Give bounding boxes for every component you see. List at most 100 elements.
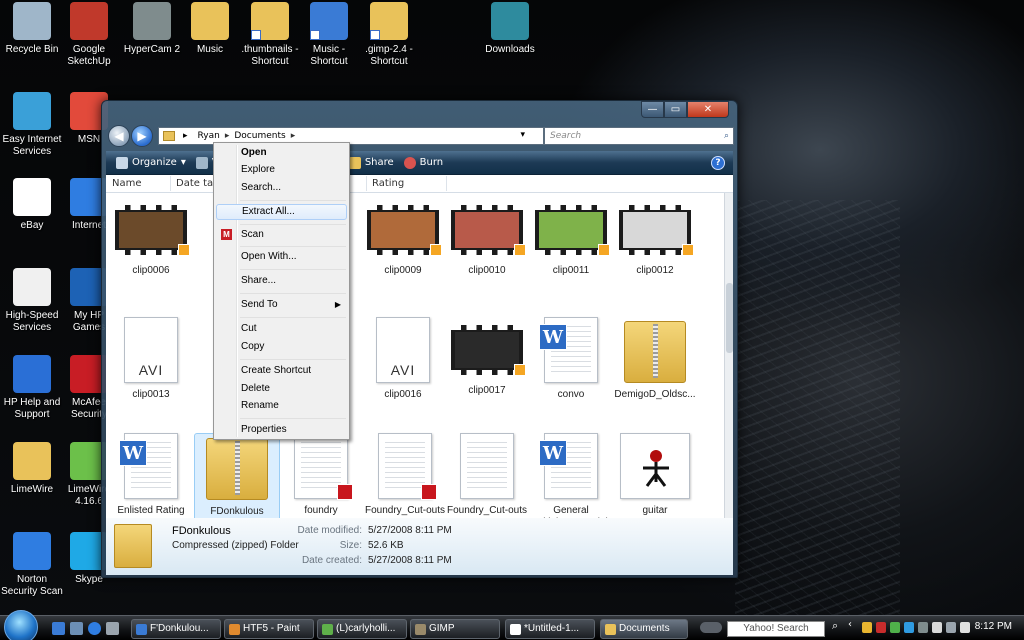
desktop-icon[interactable]: Recycle Bin xyxy=(0,2,64,56)
file-item[interactable]: clip0011 xyxy=(528,197,614,277)
desktop-icon[interactable]: High-Speed Services xyxy=(0,268,64,334)
explorer-window[interactable]: — ▭ ✕ ◀ ▶ ▸ Ryan ▸ Documents ▸ ▾ Search … xyxy=(101,100,738,578)
share-label: Share xyxy=(364,157,394,168)
minimize-button[interactable]: — xyxy=(641,101,664,118)
desktop-icon[interactable]: Norton Security Scan xyxy=(0,532,64,598)
desktop-icon[interactable]: HP Help and Support xyxy=(0,355,64,421)
menu-item-explore[interactable]: Explore xyxy=(216,162,347,178)
menu-item-delete[interactable]: Delete xyxy=(216,381,347,397)
file-item[interactable]: W Enlisted Rating xyxy=(108,433,194,517)
organize-icon xyxy=(116,156,128,169)
address-dropdown-icon[interactable]: ▾ xyxy=(520,130,525,140)
file-item[interactable]: FDonkulous xyxy=(194,433,280,518)
switch-windows-icon[interactable] xyxy=(70,622,83,635)
start-button[interactable] xyxy=(4,610,38,640)
desktop-icon[interactable]: LimeWire xyxy=(0,442,64,496)
share-button[interactable]: Share xyxy=(348,156,394,169)
file-item[interactable]: clip0012 xyxy=(612,197,698,277)
show-desktop-icon[interactable] xyxy=(52,622,65,635)
file-item[interactable]: Wconvo xyxy=(528,317,614,401)
taskbar-button[interactable]: *Untitled-1... xyxy=(505,619,595,639)
file-item[interactable]: DemigoD_Oldsc... xyxy=(612,317,698,401)
volume-icon[interactable] xyxy=(960,622,970,633)
file-item[interactable]: clip0006 xyxy=(108,197,194,277)
desktop-icon-label: Recycle Bin xyxy=(5,44,59,55)
file-item[interactable]: clip0017 xyxy=(444,317,530,397)
menu-item-properties[interactable]: Properties xyxy=(216,422,347,438)
tray-power-icon[interactable] xyxy=(946,622,956,633)
back-button[interactable]: ◀ xyxy=(108,125,130,147)
tray-mcafee-icon[interactable] xyxy=(876,622,886,633)
desktop-icon[interactable]: eBay xyxy=(0,178,64,232)
menu-separator xyxy=(240,224,346,225)
menu-item-share[interactable]: Share... xyxy=(216,273,347,289)
taskbar-button[interactable]: HTF5 - Paint xyxy=(224,619,314,639)
column-rating[interactable]: Rating xyxy=(372,178,404,189)
navigation-bar: ◀ ▶ ▸ Ryan ▸ Documents ▸ ▾ Search ⌕ xyxy=(108,125,734,149)
file-item[interactable]: Foundry_Cut-outs xyxy=(362,433,448,517)
menu-item-send-to[interactable]: Send To ▶ xyxy=(216,297,347,313)
file-item[interactable]: AVI clip0016 xyxy=(360,317,446,401)
file-name: clip0011 xyxy=(552,265,590,276)
file-list-pane[interactable]: Name Date take Rating clip0006 clip0009 cl… xyxy=(106,175,733,518)
tray-network-icon[interactable] xyxy=(918,622,928,633)
file-item[interactable]: W General Multiplayer Medals xyxy=(528,433,614,518)
desktop-icon[interactable]: HyperCam 2 xyxy=(120,2,184,56)
zip-folder-icon xyxy=(206,438,268,500)
yahoo-search-box[interactable]: Yahoo! Search xyxy=(727,621,825,637)
search-icon[interactable]: ⌕ xyxy=(724,128,729,144)
hp-icon[interactable] xyxy=(700,622,722,633)
burn-button[interactable]: Burn xyxy=(403,156,443,169)
taskbar-button[interactable]: F'Donkulou... xyxy=(131,619,221,639)
desktop-icon[interactable]: Easy Internet Services xyxy=(0,92,64,158)
tray-app-icon[interactable] xyxy=(862,622,872,633)
tray-skype-icon[interactable] xyxy=(904,622,914,633)
menu-item-open[interactable]: Open xyxy=(216,145,347,161)
desktop-icon[interactable]: Downloads xyxy=(478,2,542,56)
taskbar-app-icon xyxy=(229,624,240,635)
file-item[interactable]: clip0009 xyxy=(360,197,446,277)
file-item[interactable]: foundry xyxy=(278,433,364,517)
organize-button[interactable]: Organize ▾ xyxy=(116,156,186,169)
maximize-button[interactable]: ▭ xyxy=(664,101,687,118)
menu-item-copy[interactable]: Copy xyxy=(216,339,347,355)
scrollbar-thumb[interactable] xyxy=(726,283,733,353)
menu-item-extract-all[interactable]: Extract All... xyxy=(216,204,347,220)
file-name: convo xyxy=(557,389,585,400)
help-icon[interactable]: ? xyxy=(711,156,725,170)
close-button[interactable]: ✕ xyxy=(687,101,729,118)
video-thumbnail-icon xyxy=(115,205,190,256)
file-item[interactable]: clip0010 xyxy=(444,197,530,277)
forward-button[interactable]: ▶ xyxy=(131,125,153,147)
taskbar-button[interactable]: GIMP xyxy=(410,619,500,639)
menu-item-rename[interactable]: Rename xyxy=(216,398,347,414)
desktop-icon[interactable]: Music - Shortcut xyxy=(297,2,361,68)
vertical-scrollbar[interactable] xyxy=(724,193,733,518)
file-item[interactable]: Foundry_Cut-outs xyxy=(444,433,530,517)
search-input[interactable]: Search ⌕ xyxy=(544,127,734,145)
taskbar-button[interactable]: Documents xyxy=(600,619,688,639)
menu-item-search[interactable]: Search... xyxy=(216,180,347,196)
menu-item-scan[interactable]: M Scan xyxy=(216,227,347,243)
column-name[interactable]: Name xyxy=(112,178,142,189)
file-item[interactable]: AVI clip0013 xyxy=(108,317,194,401)
menu-item-create-shortcut[interactable]: Create Shortcut xyxy=(216,363,347,379)
chevron-left-icon[interactable]: ‹ xyxy=(848,619,858,630)
details-file-name: FDonkulous xyxy=(172,525,231,537)
file-item[interactable]: guitar xyxy=(612,433,698,517)
desktop-icon[interactable]: Music xyxy=(178,2,242,56)
tray-printer-icon[interactable] xyxy=(932,622,942,633)
internet-explorer-icon[interactable] xyxy=(88,622,101,635)
desktop-icon[interactable]: .gimp-2.4 - Shortcut xyxy=(357,2,421,68)
menu-item-cut[interactable]: Cut xyxy=(216,321,347,337)
breadcrumb-ryan[interactable]: Ryan xyxy=(198,131,220,141)
tray-messenger-icon[interactable] xyxy=(890,622,900,633)
breadcrumb-documents[interactable]: Documents xyxy=(234,131,285,141)
desktop-icon[interactable]: .thumbnails - Shortcut xyxy=(238,2,302,68)
taskbar-button[interactable]: (L)carlyholli... xyxy=(317,619,407,639)
desktop-icon[interactable]: Google SketchUp xyxy=(57,2,121,68)
taskbar-clock[interactable]: 8:12 PM xyxy=(975,621,1012,632)
search-icon[interactable]: ⌕ xyxy=(832,619,842,632)
menu-item-open-with[interactable]: Open With... xyxy=(216,249,347,265)
quick-launch-expand-icon[interactable] xyxy=(106,622,119,635)
